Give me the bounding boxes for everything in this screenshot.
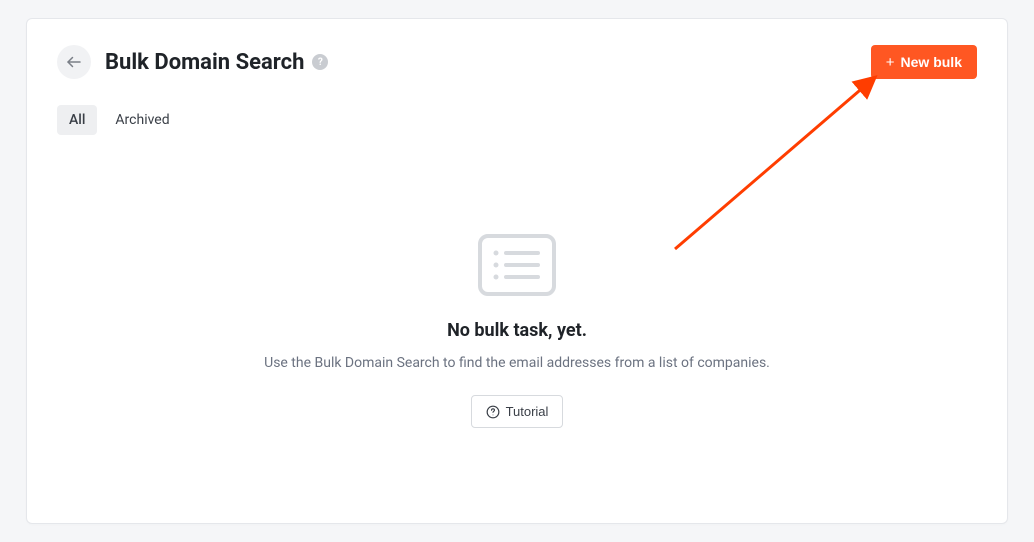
title-wrap: Bulk Domain Search ? [105, 50, 328, 75]
back-button[interactable] [57, 45, 91, 79]
empty-title: No bulk task, yet. [447, 320, 587, 341]
tabs: All Archived [57, 105, 182, 135]
tab-archived[interactable]: Archived [103, 105, 181, 135]
page-title: Bulk Domain Search [105, 50, 304, 75]
main-card: Bulk Domain Search ? + New bulk All Arch… [26, 18, 1008, 524]
new-bulk-label: New bulk [901, 54, 962, 70]
list-icon [478, 234, 556, 300]
tutorial-label: Tutorial [506, 404, 549, 419]
annotation-arrow [667, 67, 887, 257]
arrow-left-icon [65, 53, 83, 71]
empty-subtitle: Use the Bulk Domain Search to find the e… [264, 355, 770, 371]
new-bulk-button[interactable]: + New bulk [871, 45, 977, 79]
tab-all[interactable]: All [57, 105, 97, 135]
header: Bulk Domain Search ? + New bulk [57, 45, 977, 79]
plus-icon: + [886, 55, 895, 70]
help-icon[interactable]: ? [312, 54, 328, 70]
tab-label: Archived [115, 112, 169, 128]
question-circle-icon [486, 405, 500, 419]
empty-state: No bulk task, yet. Use the Bulk Domain S… [27, 234, 1007, 428]
tab-label: All [69, 112, 85, 128]
header-left: Bulk Domain Search ? [57, 45, 328, 79]
tutorial-button[interactable]: Tutorial [471, 395, 564, 428]
